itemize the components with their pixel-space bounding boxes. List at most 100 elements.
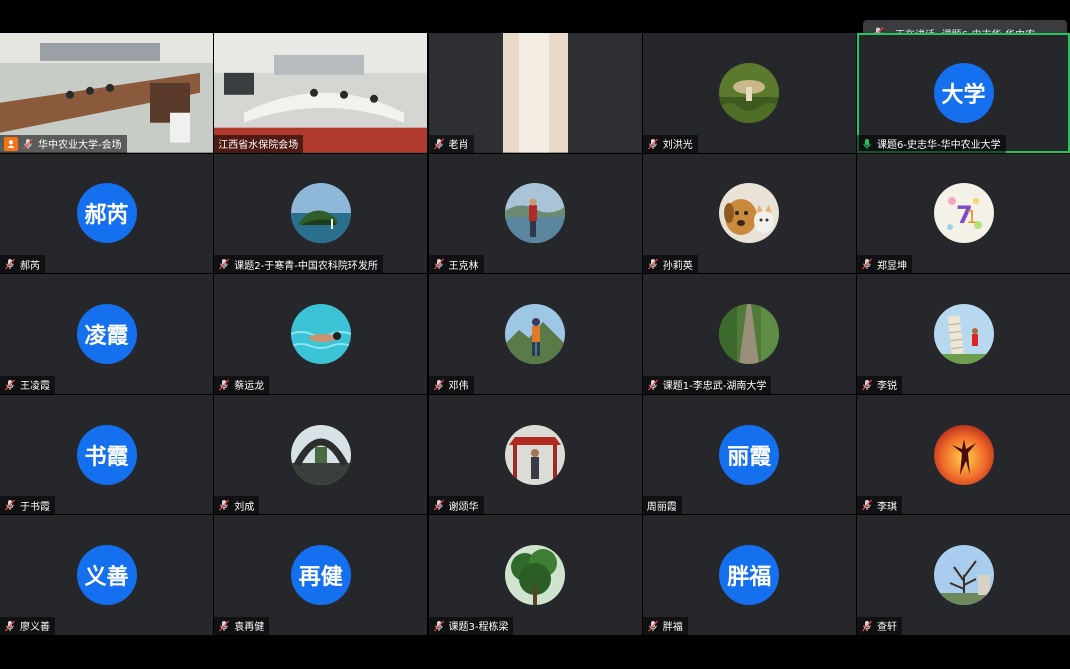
- participant-name: 王凌霞: [20, 381, 50, 393]
- participant-tile[interactable]: 李琪: [857, 394, 1070, 515]
- participant-tile[interactable]: 胖福 胖福: [642, 515, 856, 635]
- participant-tile[interactable]: 孙莉英: [642, 153, 856, 274]
- mic-muted-icon: [218, 499, 230, 511]
- participant-tile[interactable]: 课题3-程栋梁: [428, 515, 642, 635]
- avatar: 书霞: [76, 424, 137, 485]
- avatar: 大学: [933, 62, 994, 123]
- participant-name: 查轩: [877, 622, 897, 634]
- participant-name: 刘成: [234, 501, 255, 513]
- name-label-bar: 课题2-于寒青-中国农科院环发所: [214, 255, 383, 274]
- name-label-bar: 李锐: [857, 375, 902, 394]
- participant-tile[interactable]: 蔡运龙: [214, 274, 428, 394]
- participant-name: 课题3-程栋梁: [448, 622, 509, 634]
- path-photo: [719, 303, 780, 364]
- name-label-bar: 查轩: [857, 616, 902, 635]
- mic-muted-icon: [433, 138, 445, 150]
- participant-tile[interactable]: 大学课题6-史志华-华中农业大学: [857, 33, 1070, 153]
- lake-person-photo: [505, 183, 565, 244]
- mic-muted-icon: [647, 620, 659, 632]
- participant-tile[interactable]: 刘洪光: [642, 33, 856, 153]
- mic-active-icon: [861, 138, 873, 150]
- participant-tile[interactable]: 课题1-李忠武-湖南大学: [642, 274, 856, 394]
- name-label-bar: 王凌霞: [0, 375, 55, 394]
- mic-muted-icon: [4, 620, 16, 632]
- name-label-bar: 刘洪光: [642, 134, 698, 153]
- svg-text:1: 1: [966, 207, 977, 228]
- participant-name: 老肖: [448, 140, 469, 152]
- name-label-bar: 郝芮: [0, 255, 45, 274]
- participant-name: 刘洪光: [662, 140, 693, 152]
- participant-name: 华中农业大学-会场: [38, 140, 122, 152]
- mic-muted-icon: [647, 138, 659, 150]
- name-label-bar: 周丽霞: [642, 496, 682, 515]
- name-label-bar: 老肖: [428, 134, 474, 153]
- mic-muted-icon: [4, 258, 16, 270]
- participant-tile[interactable]: 书霞于书霞: [0, 394, 213, 515]
- name-label-bar: 廖义善: [0, 616, 55, 635]
- participant-tile[interactable]: 7 1 郑昱坤: [857, 153, 1070, 274]
- participant-tile[interactable]: 谢颂华: [428, 394, 642, 515]
- participant-tile[interactable]: 邓伟: [428, 274, 642, 394]
- floral-number-photo: 71: [933, 183, 994, 244]
- participant-tile[interactable]: 刘成: [214, 394, 428, 515]
- participant-name: 课题1-李忠武-湖南大学: [662, 381, 767, 393]
- bare-tree-photo: [933, 545, 994, 606]
- name-label-bar: 于书霞: [0, 496, 55, 515]
- participant-tile[interactable]: 老肖: [428, 33, 642, 153]
- participant-tile[interactable]: 凌霞 王凌霞: [0, 274, 213, 394]
- participant-name: 于书霞: [20, 501, 50, 513]
- avatar: 郝芮: [76, 183, 137, 244]
- mic-muted-icon: [861, 620, 873, 632]
- participant-tile[interactable]: 郝芮 郝芮: [0, 153, 213, 274]
- mic-muted-icon: [218, 379, 230, 391]
- mic-muted-icon: [218, 258, 230, 270]
- participant-tile[interactable]: 义善廖义善: [0, 515, 213, 635]
- participant-name: 李琪: [877, 501, 897, 513]
- participant-name: 邓伟: [448, 381, 469, 393]
- mic-muted-icon: [22, 138, 34, 150]
- participant-name: 王克林: [448, 260, 479, 272]
- participant-tile[interactable]: 丽霞 周丽霞: [642, 394, 856, 515]
- participant-name: 谢颂华: [448, 501, 479, 513]
- participant-name: 袁再健: [234, 622, 265, 634]
- participant-tile[interactable]: 课题2-于寒青-中国农科院环发所: [214, 153, 428, 274]
- mic-muted-icon: [433, 379, 445, 391]
- participant-name: 胖福: [662, 622, 683, 634]
- participant-tile[interactable]: 江西省水保院会场: [214, 33, 428, 153]
- mic-muted-icon: [647, 379, 659, 391]
- name-label-bar: 袁再健: [214, 616, 270, 635]
- participant-name: 课题2-于寒青-中国农科院环发所: [234, 260, 378, 272]
- avatar: 义善: [76, 545, 137, 606]
- mic-muted-icon: [4, 379, 16, 391]
- name-label-bar: 邓伟: [428, 375, 474, 394]
- participant-name: 郑昱坤: [877, 260, 907, 272]
- mic-muted-icon: [4, 499, 16, 511]
- name-label-bar: 蔡运龙: [214, 375, 270, 394]
- mic-muted-icon: [861, 258, 873, 270]
- name-label-bar: 胖福: [642, 616, 688, 635]
- mic-muted-icon: [433, 258, 445, 270]
- participant-name: 周丽霞: [646, 501, 677, 513]
- participant-tile[interactable]: 查轩: [857, 515, 1070, 635]
- participant-name: 廖义善: [20, 622, 50, 634]
- name-label-bar: 课题6-史志华-华中农业大学: [857, 134, 1006, 153]
- participant-tile[interactable]: 李锐: [857, 274, 1070, 394]
- name-label-bar: 李琪: [857, 496, 902, 515]
- dog-cat-photo: [719, 183, 780, 244]
- mic-muted-icon: [218, 620, 230, 632]
- name-label-bar: 课题3-程栋梁: [428, 616, 514, 635]
- host-icon: [4, 136, 18, 151]
- tree-photo: [505, 545, 565, 606]
- coast-photo: [290, 183, 351, 244]
- mic-muted-icon: [433, 499, 445, 511]
- participant-name: 李锐: [877, 381, 897, 393]
- participant-tile[interactable]: 再健 袁再健: [214, 515, 428, 635]
- mushroom-photo: [719, 62, 780, 123]
- participant-tile[interactable]: 王克林: [428, 153, 642, 274]
- participant-tile[interactable]: 华中农业大学-会场: [0, 33, 213, 153]
- swimmer-photo: [290, 303, 351, 364]
- participant-name: 蔡运龙: [234, 381, 265, 393]
- mic-muted-icon: [861, 499, 873, 511]
- pavilion-photo: [505, 424, 565, 485]
- participant-name: 郝芮: [20, 260, 40, 272]
